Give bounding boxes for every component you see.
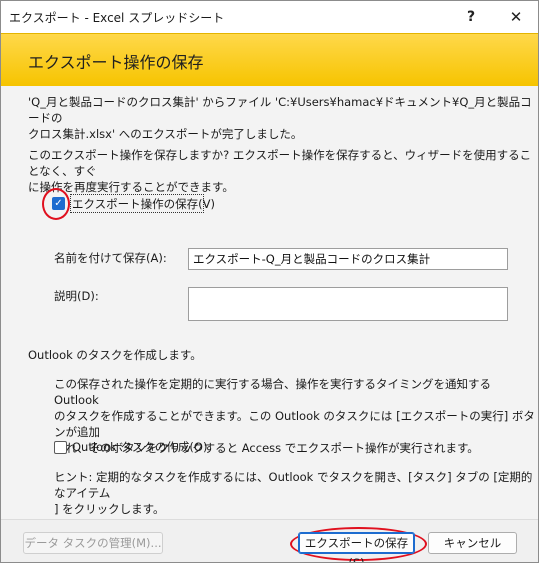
cancel-button[interactable]: キャンセル [428,532,517,554]
dialog-footer: データ タスクの管理(M)... エクスポートの保存(S) キャンセル [1,519,538,562]
help-icon[interactable]: ? [449,1,493,33]
dialog-content: 'Q_月と製品コードのクロス集計' からファイル 'C:¥Users¥hamac… [1,86,538,518]
save-export-button[interactable]: エクスポートの保存(S) [298,532,415,562]
close-icon[interactable]: ✕ [494,1,538,33]
summary-line-2: クロス集計.xlsx' へのエクスポートが完了しました。 [28,127,303,141]
outlook-line-1: この保存された操作を定期的に実行する場合、操作を実行するタイミングを通知する O… [54,377,491,407]
title-bar: エクスポート - Excel スプレッドシート ? ✕ [1,1,538,33]
name-input-wrapper [188,248,508,270]
summary-line-1: 'Q_月と製品コードのクロス集計' からファイル 'C:¥Users¥hamac… [28,95,532,125]
outlook-task-checkbox[interactable] [54,441,67,454]
name-input[interactable] [189,249,507,269]
page-title: エクスポート操作の保存 [28,53,204,72]
outlook-heading: Outlook のタスクを作成します。 [28,348,202,362]
export-dialog: エクスポート - Excel スプレッドシート ? ✕ エクスポート操作の保存 … [0,0,539,563]
outlook-task-label[interactable]: Outlook タスクの作成(O) [72,439,207,455]
name-label: 名前を付けて保存(A): [54,251,167,265]
question-line-1: このエクスポート操作を保存しますか? エクスポート操作を保存すると、ウィザードを… [28,148,532,178]
window-title: エクスポート - Excel スプレッドシート [9,11,225,25]
hint-text: ヒント: 定期的なタスクを作成するには、Outlook でタスクを開き、[タスク… [54,469,538,517]
summary-text: 'Q_月と製品コードのクロス集計' からファイル 'C:¥Users¥hamac… [28,94,538,142]
question-line-2: に操作を再度実行することができます。 [28,180,234,194]
description-input-wrapper [188,287,508,321]
manage-data-tasks-button[interactable]: データ タスクの管理(M)... [23,532,163,554]
hint-line-1: ヒント: 定期的なタスクを作成するには、Outlook でタスクを開き、[タスク… [54,470,533,500]
save-export-label[interactable]: エクスポート操作の保存(V) [72,196,215,212]
description-input[interactable] [189,288,507,320]
question-text: このエクスポート操作を保存しますか? エクスポート操作を保存すると、ウィザードを… [28,147,538,195]
save-export-checkbox[interactable]: ✓ [52,197,65,210]
header-banner: エクスポート操作の保存 [1,33,538,87]
outlook-line-2: のタスクを作成することができます。この Outlook のタスクには [エクスポ… [54,409,535,439]
description-label: 説明(D): [54,289,99,303]
hint-line-2: ] をクリックします。 [54,502,165,516]
